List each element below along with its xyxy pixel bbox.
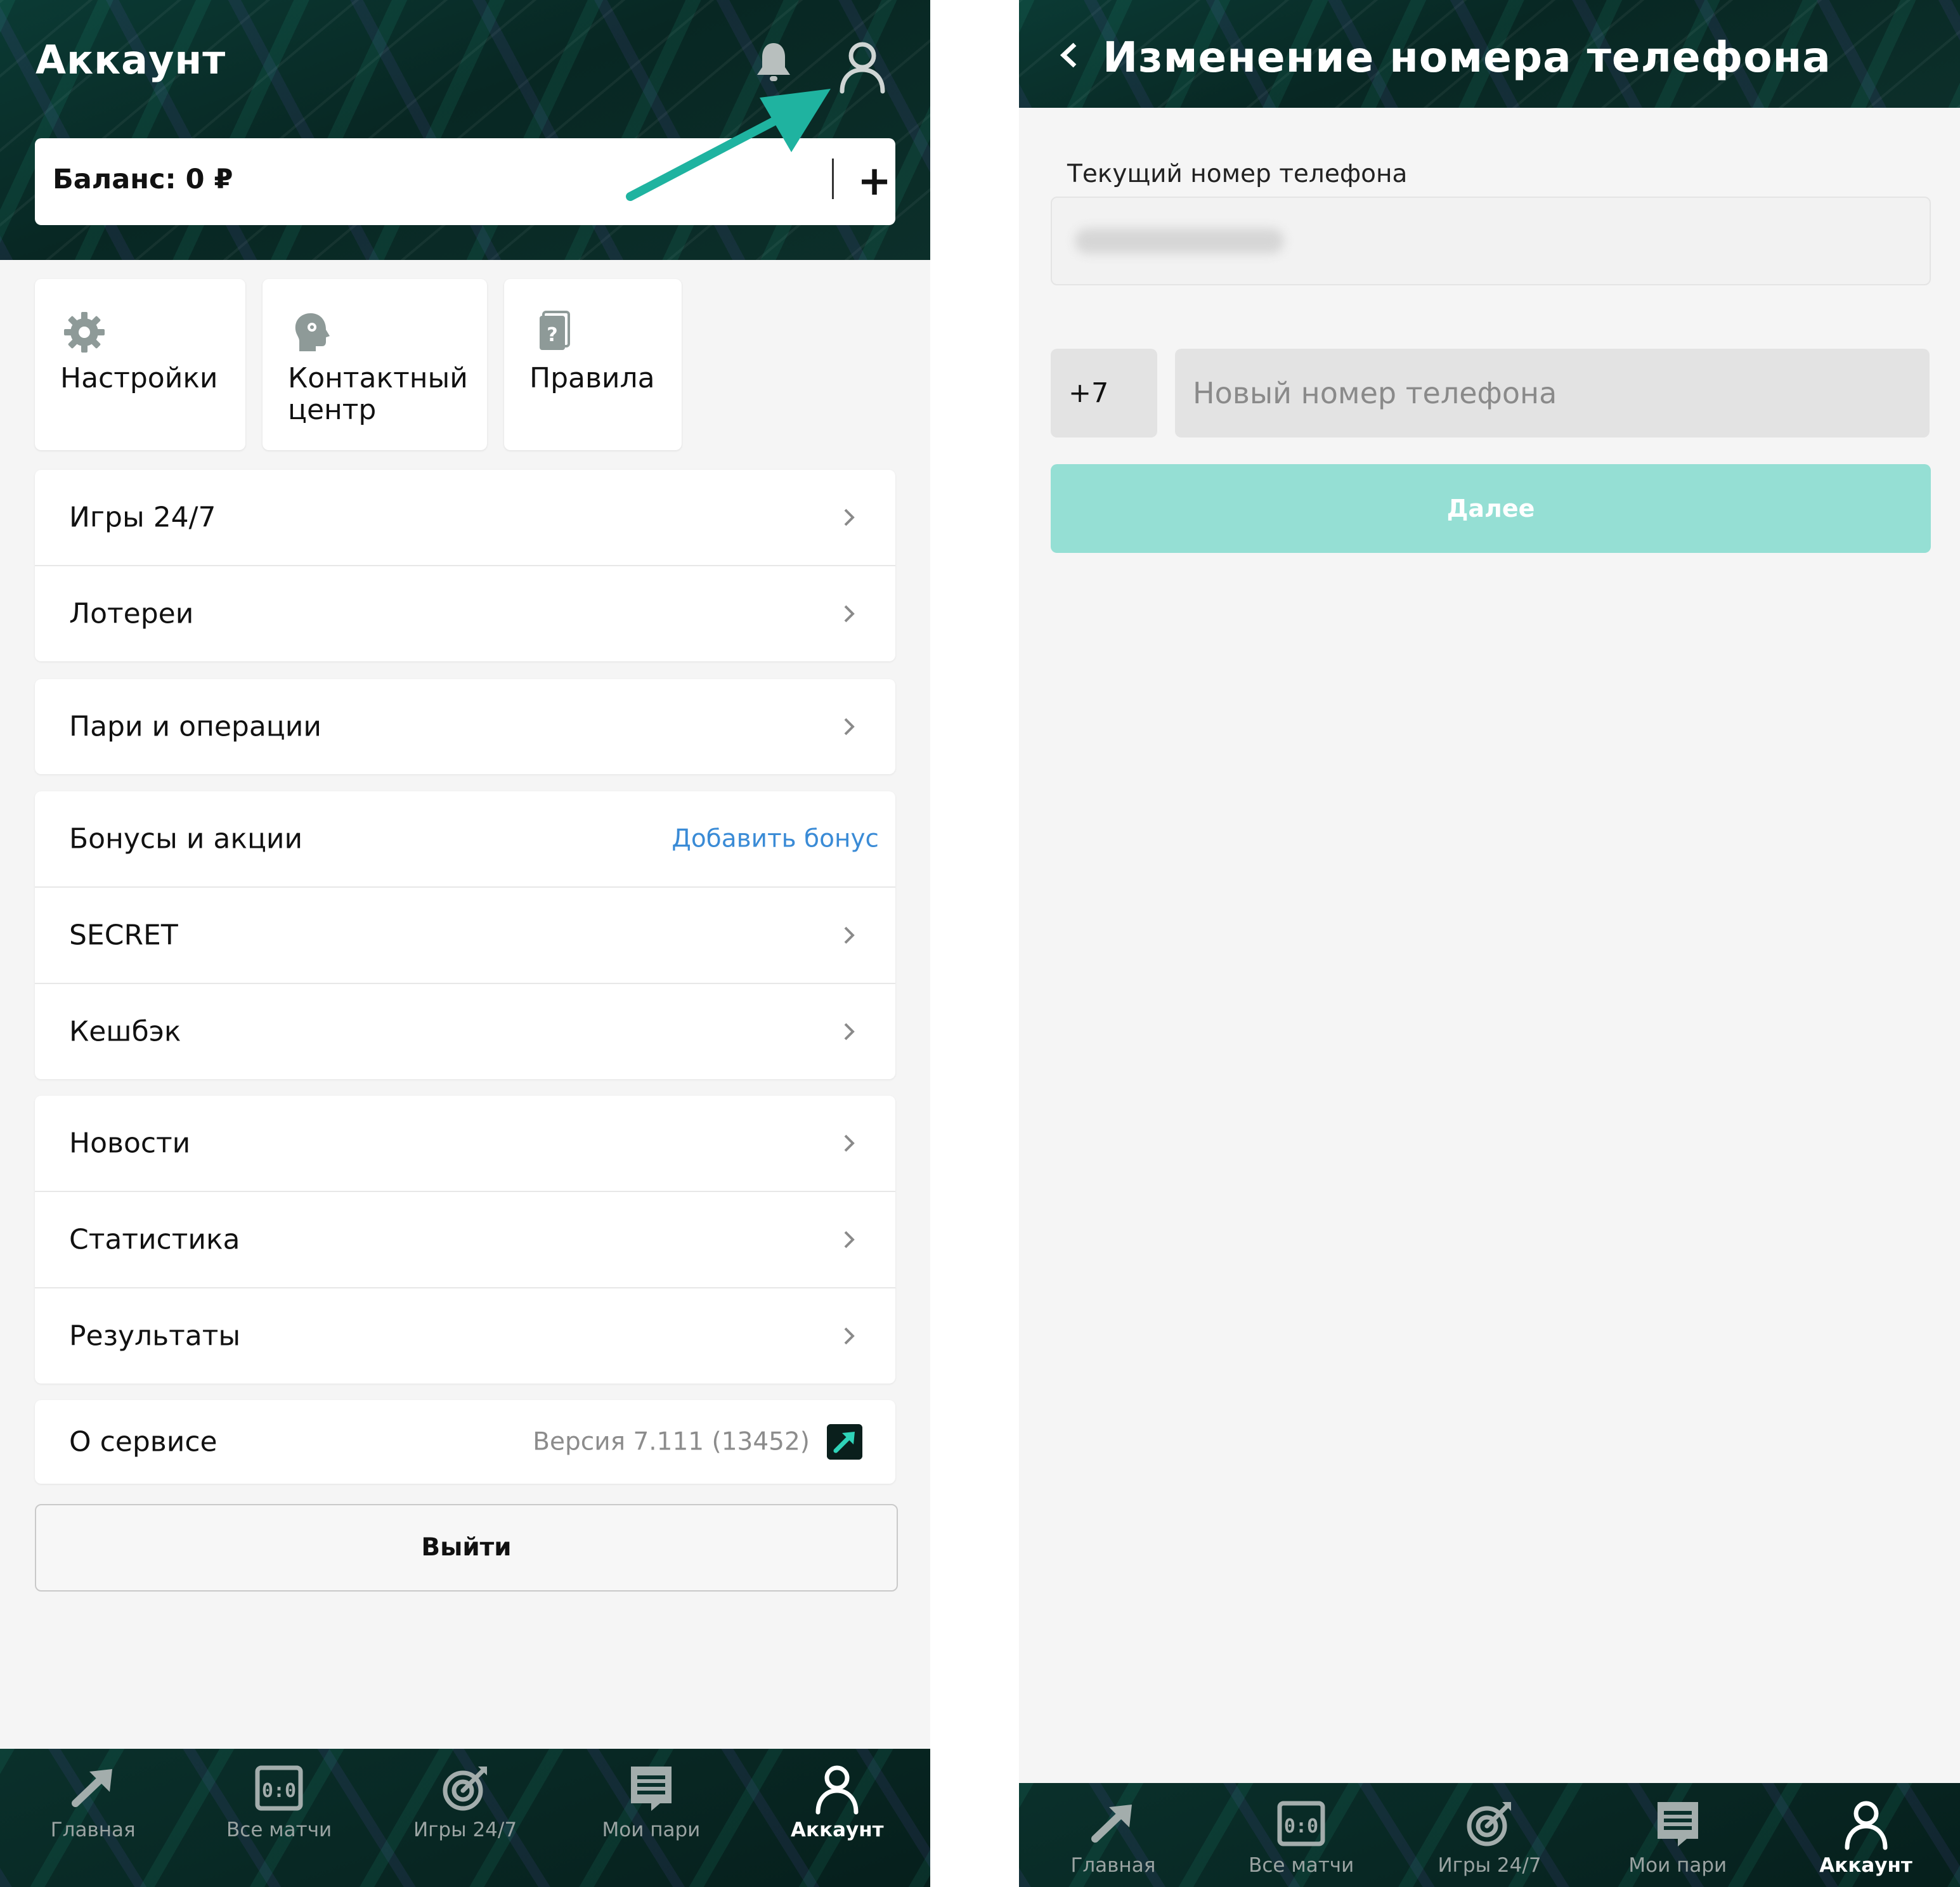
menu-item-bets[interactable]: Пари и операции xyxy=(35,679,895,774)
menu-item-lotteries[interactable]: Лотереи xyxy=(35,566,895,661)
tab-all-matches[interactable]: 0:0 Все матчи xyxy=(1207,1797,1396,1887)
home-arrow-icon xyxy=(1091,1805,1133,1843)
page-title: Изменение номера телефона xyxy=(1103,33,1831,82)
settings-card[interactable]: Настройки xyxy=(35,279,245,450)
tab-label: Мои пари xyxy=(602,1819,701,1841)
menu-group-info: Новости Статистика Результаты xyxy=(35,1096,895,1384)
user-icon xyxy=(1845,1801,1888,1850)
chevron-right-icon xyxy=(844,605,855,623)
bell-icon[interactable] xyxy=(748,38,799,89)
menu-item-label: О сервисе xyxy=(69,1425,217,1458)
tab-label: Главная xyxy=(50,1819,136,1841)
tab-my-bets[interactable]: Мои пари xyxy=(558,1761,744,1887)
scoreboard-icon: 0:0 xyxy=(255,1765,303,1811)
next-button[interactable]: Далее xyxy=(1051,464,1931,553)
rules-book-icon: ? xyxy=(540,311,570,350)
menu-item-statistics[interactable]: Статистика xyxy=(35,1192,895,1288)
tab-games[interactable]: Игры 24/7 xyxy=(372,1761,558,1887)
tab-home[interactable]: Главная xyxy=(1019,1797,1207,1887)
country-code-field[interactable]: +7 xyxy=(1051,349,1157,438)
menu-item-label: Лотереи xyxy=(69,597,194,630)
tab-my-bets[interactable]: Мои пари xyxy=(1583,1797,1772,1887)
menu-item-label: Результаты xyxy=(69,1320,241,1352)
tab-home[interactable]: Главная xyxy=(0,1761,186,1887)
app-logo-icon xyxy=(827,1424,862,1460)
svg-text:?: ? xyxy=(547,324,557,346)
current-phone-field xyxy=(1051,197,1931,285)
tab-games[interactable]: Игры 24/7 xyxy=(1396,1797,1584,1887)
user-icon xyxy=(815,1765,859,1815)
menu-item-label: Игры 24/7 xyxy=(69,501,216,534)
add-funds-button[interactable]: + xyxy=(848,155,901,208)
menu-item-results[interactable]: Результаты xyxy=(35,1288,895,1384)
bottom-tab-bar: Главная 0:0 Все матчи Игры 24/7 Мои пари… xyxy=(1019,1783,1960,1887)
new-phone-input[interactable] xyxy=(1175,349,1930,438)
contact-center-label: Контактный центр xyxy=(288,362,468,426)
rules-label: Правила xyxy=(529,362,655,394)
menu-item-label: Новости xyxy=(69,1127,191,1160)
page-title: Аккаунт xyxy=(36,37,226,83)
svg-text:0:0: 0:0 xyxy=(1284,1815,1318,1838)
tab-label: Мои пари xyxy=(1628,1854,1727,1877)
menu-item-label: SECRET xyxy=(69,919,178,952)
home-arrow-icon xyxy=(71,1769,112,1807)
tab-label: Главная xyxy=(1070,1854,1156,1877)
chevron-right-icon xyxy=(844,926,855,944)
menu-group-about: О сервисе Версия 7.111 (13452) xyxy=(35,1400,895,1484)
balance-text: Баланс: 0 ₽ xyxy=(53,164,233,195)
chevron-right-icon xyxy=(844,1023,855,1041)
tab-account[interactable]: Аккаунт xyxy=(1772,1797,1960,1887)
menu-item-label: Статистика xyxy=(69,1223,240,1256)
blurred-phone-value xyxy=(1075,228,1284,254)
annotation-arrow-icon xyxy=(626,89,831,201)
tab-account[interactable]: Аккаунт xyxy=(744,1761,930,1887)
tab-label: Все матчи xyxy=(1249,1854,1354,1877)
tab-label: Аккаунт xyxy=(791,1819,884,1841)
chevron-right-icon xyxy=(844,1134,855,1152)
menu-item-label: Пари и операции xyxy=(69,710,321,743)
bottom-tab-bar: Главная 0:0 Все матчи Игры 24/7 Мои пари… xyxy=(0,1749,930,1887)
menu-item-label: Кешбэк xyxy=(69,1015,181,1048)
menu-group-games: Игры 24/7 Лотереи xyxy=(35,470,895,661)
rules-card[interactable]: ? Правила xyxy=(504,279,682,450)
chevron-right-icon xyxy=(844,1327,855,1345)
current-phone-label: Текущий номер телефона xyxy=(1067,160,1408,188)
add-bonus-link[interactable]: Добавить бонус xyxy=(672,825,879,853)
settings-label: Настройки xyxy=(60,362,218,394)
scoreboard-icon: 0:0 xyxy=(1277,1801,1325,1846)
menu-item-about[interactable]: О сервисе Версия 7.111 (13452) xyxy=(35,1400,895,1484)
menu-item-news[interactable]: Новости xyxy=(35,1096,895,1192)
contact-center-card[interactable]: Контактный центр xyxy=(263,279,487,450)
menu-group-bets: Пари и операции xyxy=(35,679,895,774)
svg-text:0:0: 0:0 xyxy=(262,1780,296,1802)
tab-label: Аккаунт xyxy=(1819,1854,1912,1877)
logout-button[interactable]: Выйти xyxy=(35,1504,898,1592)
target-icon xyxy=(1467,1802,1511,1846)
user-icon[interactable] xyxy=(832,36,893,96)
menu-item-bonuses[interactable]: Бонусы и акции Добавить бонус xyxy=(35,791,895,888)
menu-group-bonuses: Бонусы и акции Добавить бонус SECRET Кеш… xyxy=(35,791,895,1079)
chevron-right-icon xyxy=(844,509,855,526)
target-icon xyxy=(443,1767,487,1811)
menu-item-label: Бонусы и акции xyxy=(69,822,303,855)
menu-item-secret[interactable]: SECRET xyxy=(35,888,895,984)
bet-slip-icon xyxy=(1657,1802,1698,1846)
tab-label: Все матчи xyxy=(226,1819,332,1841)
tab-all-matches[interactable]: 0:0 Все матчи xyxy=(186,1761,372,1887)
account-screen: Аккаунт Баланс: 0 ₽ + Настройки Контактн… xyxy=(0,0,930,1887)
chevron-right-icon xyxy=(844,1231,855,1248)
menu-item-cashback[interactable]: Кешбэк xyxy=(35,984,895,1079)
change-phone-screen: Изменение номера телефона Текущий номер … xyxy=(1019,0,1960,1887)
back-chevron-icon[interactable] xyxy=(1056,39,1081,71)
change-phone-header: Изменение номера телефона xyxy=(1019,0,1960,108)
version-text: Версия 7.111 (13452) xyxy=(533,1427,810,1456)
gear-icon xyxy=(64,312,105,353)
bet-slip-icon xyxy=(630,1767,672,1811)
tab-label: Игры 24/7 xyxy=(413,1819,517,1841)
chevron-right-icon xyxy=(844,718,855,736)
tab-label: Игры 24/7 xyxy=(1438,1854,1541,1877)
support-head-icon xyxy=(295,313,330,351)
menu-item-games[interactable]: Игры 24/7 xyxy=(35,470,895,566)
